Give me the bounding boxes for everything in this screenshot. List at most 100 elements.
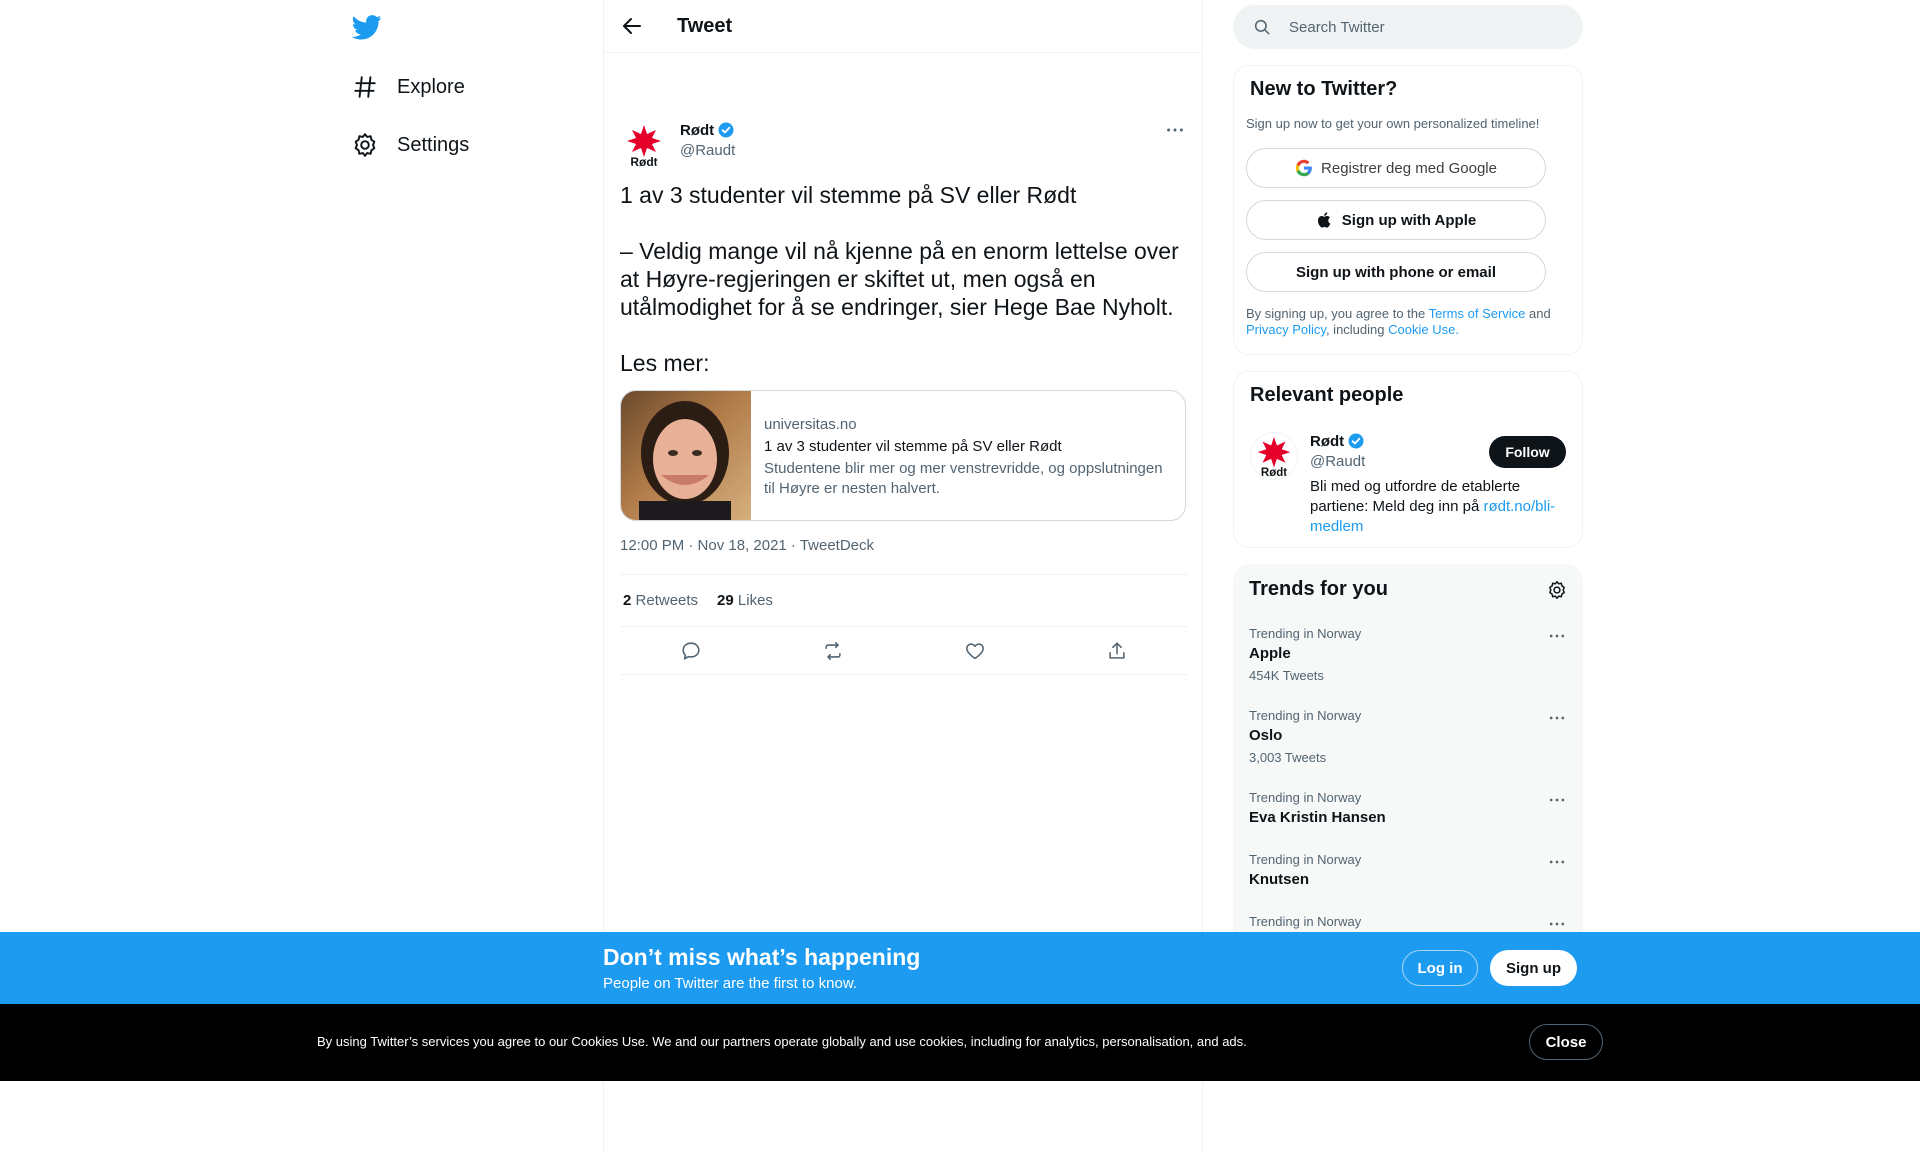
card-domain: universitas.no <box>764 416 857 433</box>
trend-context: Trending in Norway <box>1249 626 1362 641</box>
svg-text:Rødt: Rødt <box>1261 467 1287 479</box>
trend-item[interactable]: Trending in Norway Eva Kristin Hansen <box>1249 790 1567 828</box>
phone-email-signup-button[interactable]: Sign up with phone or email <box>1246 252 1546 292</box>
apple-signup-label: Sign up with Apple <box>1341 211 1477 229</box>
trend-item[interactable]: Trending in Norway Oslo 3,003 Tweets <box>1249 708 1567 766</box>
person-bio: Bli med og utfordre de etablerte partien… <box>1310 477 1570 537</box>
card-body: universitas.no 1 av 3 studenter vil stem… <box>751 391 1174 520</box>
terms-link[interactable]: Terms of Service <box>1429 306 1526 321</box>
tweet-author-name[interactable]: Rødt <box>680 121 735 139</box>
trend-name: Eva Kristin Hansen <box>1249 809 1386 826</box>
relevant-people-title: Relevant people <box>1250 384 1404 406</box>
cookie-text: By using Twitter’s services you agree to… <box>317 1034 1247 1049</box>
trend-more-icon[interactable] <box>1547 708 1567 728</box>
trend-name: Oslo <box>1249 727 1283 744</box>
trend-context: Trending in Norway <box>1249 852 1362 867</box>
legal-prefix: By signing up, you agree to the <box>1246 306 1429 321</box>
privacy-link[interactable]: Privacy Policy <box>1246 322 1326 337</box>
retweets-stat[interactable]: 2 Retweets <box>623 592 698 609</box>
verified-badge-icon <box>1348 433 1364 449</box>
trends-panel: Trends for you Trending in Norway Apple … <box>1233 564 1583 984</box>
google-icon <box>1295 159 1312 177</box>
retweets-count: 2 <box>623 592 632 609</box>
apple-icon <box>1317 212 1331 228</box>
nav-settings[interactable]: Settings <box>352 125 469 165</box>
signup-button[interactable]: Sign up <box>1490 950 1577 986</box>
banner-title: Don’t miss what’s happening <box>603 944 921 970</box>
apple-signup-button[interactable]: Sign up with Apple <box>1246 200 1546 240</box>
trend-item[interactable]: Trending in Norway Knutsen <box>1249 852 1567 890</box>
likes-count: 29 <box>717 592 734 609</box>
nav-explore-label: Explore <box>397 75 465 98</box>
retweet-icon[interactable] <box>822 640 844 662</box>
card-title: 1 av 3 studenter vil stemme på SV eller … <box>764 438 1062 455</box>
signup-legal-text: By signing up, you agree to the Terms of… <box>1246 306 1566 338</box>
author-name-text: Rødt <box>680 121 715 139</box>
person-name-text: Rødt <box>1310 432 1345 450</box>
signup-title: New to Twitter? <box>1250 78 1398 100</box>
search-icon <box>1254 19 1270 35</box>
tweet-actions <box>620 627 1188 675</box>
retweets-label: Retweets <box>635 592 699 609</box>
link-preview-card[interactable]: universitas.no 1 av 3 studenter vil stem… <box>620 390 1186 521</box>
google-signup-button[interactable]: Registrer deg med Google <box>1246 148 1546 188</box>
tweet-stats: 2 Retweets 29 Likes <box>620 574 1188 627</box>
trend-name: Apple <box>1249 645 1291 662</box>
google-signup-label: Registrer deg med Google <box>1321 159 1497 177</box>
signup-banner: Don’t miss what’s happening People on Tw… <box>0 932 1920 1004</box>
card-description: Studentene blir mer og mer venstrevridde… <box>764 460 1163 497</box>
trends-settings-gear-icon[interactable] <box>1547 580 1567 600</box>
legal-including: , including <box>1325 322 1389 337</box>
cookie-consent-bar: By using Twitter’s services you agree to… <box>0 1004 1920 1081</box>
follow-button[interactable]: Follow <box>1489 436 1566 468</box>
trends-title: Trends for you <box>1249 578 1388 600</box>
signup-subtitle: Sign up now to get your own personalized… <box>1246 116 1540 131</box>
more-options-icon[interactable] <box>1164 119 1186 141</box>
rodt-logo-icon: Rødt <box>627 125 661 169</box>
tweet-timestamp[interactable]: 12:00 PM · Nov 18, 2021 · TweetDeck <box>620 537 874 554</box>
person-handle[interactable]: @Raudt <box>1310 453 1365 470</box>
page-title: Tweet <box>677 15 733 37</box>
person-avatar[interactable]: Rødt <box>1250 432 1298 480</box>
trend-count: 3,003 Tweets <box>1249 750 1327 765</box>
legal-and: and <box>1525 306 1551 321</box>
trend-context: Trending in Norway <box>1249 708 1362 723</box>
search-input[interactable] <box>1289 5 1569 49</box>
gear-icon <box>354 133 376 157</box>
trend-more-icon[interactable] <box>1547 626 1567 646</box>
signup-panel: New to Twitter? Sign up now to get your … <box>1233 65 1583 355</box>
search-bar[interactable] <box>1233 5 1583 49</box>
trend-name: Knutsen <box>1249 871 1309 888</box>
card-thumbnail-image <box>621 391 751 520</box>
avatar[interactable]: Rødt <box>620 121 668 169</box>
trend-item[interactable]: Trending in Norway Apple 454K Tweets <box>1249 626 1567 684</box>
nav-explore[interactable]: Explore <box>352 67 465 107</box>
tweet-text: 1 av 3 studenter vil stemme på SV eller … <box>620 182 1179 376</box>
rodt-logo-icon: Rødt <box>1257 436 1291 479</box>
likes-stat[interactable]: 29 Likes <box>717 592 773 609</box>
banner-subtitle: People on Twitter are the first to know. <box>603 975 858 992</box>
like-heart-icon[interactable] <box>964 640 986 662</box>
share-icon[interactable] <box>1106 640 1128 662</box>
hashtag-icon <box>354 76 376 98</box>
trend-context: Trending in Norway <box>1249 914 1362 929</box>
page-header: Tweet <box>604 0 1202 53</box>
reply-icon[interactable] <box>680 640 702 662</box>
person-name[interactable]: Rødt <box>1310 432 1365 450</box>
trend-item[interactable]: Trending in Norway <box>1249 914 1567 930</box>
trend-more-icon[interactable] <box>1547 790 1567 810</box>
cookie-use-link[interactable]: Cookie Use. <box>1388 322 1459 337</box>
svg-text:Rødt: Rødt <box>630 155 657 169</box>
cookie-close-button[interactable]: Close <box>1529 1024 1603 1060</box>
login-button[interactable]: Log in <box>1402 950 1478 986</box>
trend-count: 454K Tweets <box>1249 668 1324 683</box>
verified-badge-icon <box>718 122 734 138</box>
tweet-author-handle[interactable]: @Raudt <box>680 142 735 159</box>
back-arrow-icon[interactable] <box>620 14 644 38</box>
trend-more-icon[interactable] <box>1547 914 1567 934</box>
phone-signup-label: Sign up with phone or email <box>1295 263 1496 281</box>
trend-context: Trending in Norway <box>1249 790 1362 805</box>
trend-more-icon[interactable] <box>1547 852 1567 872</box>
twitter-logo-icon[interactable] <box>352 12 382 42</box>
relevant-people-panel: Relevant people Rødt Rødt @Raudt Follow … <box>1233 371 1583 548</box>
